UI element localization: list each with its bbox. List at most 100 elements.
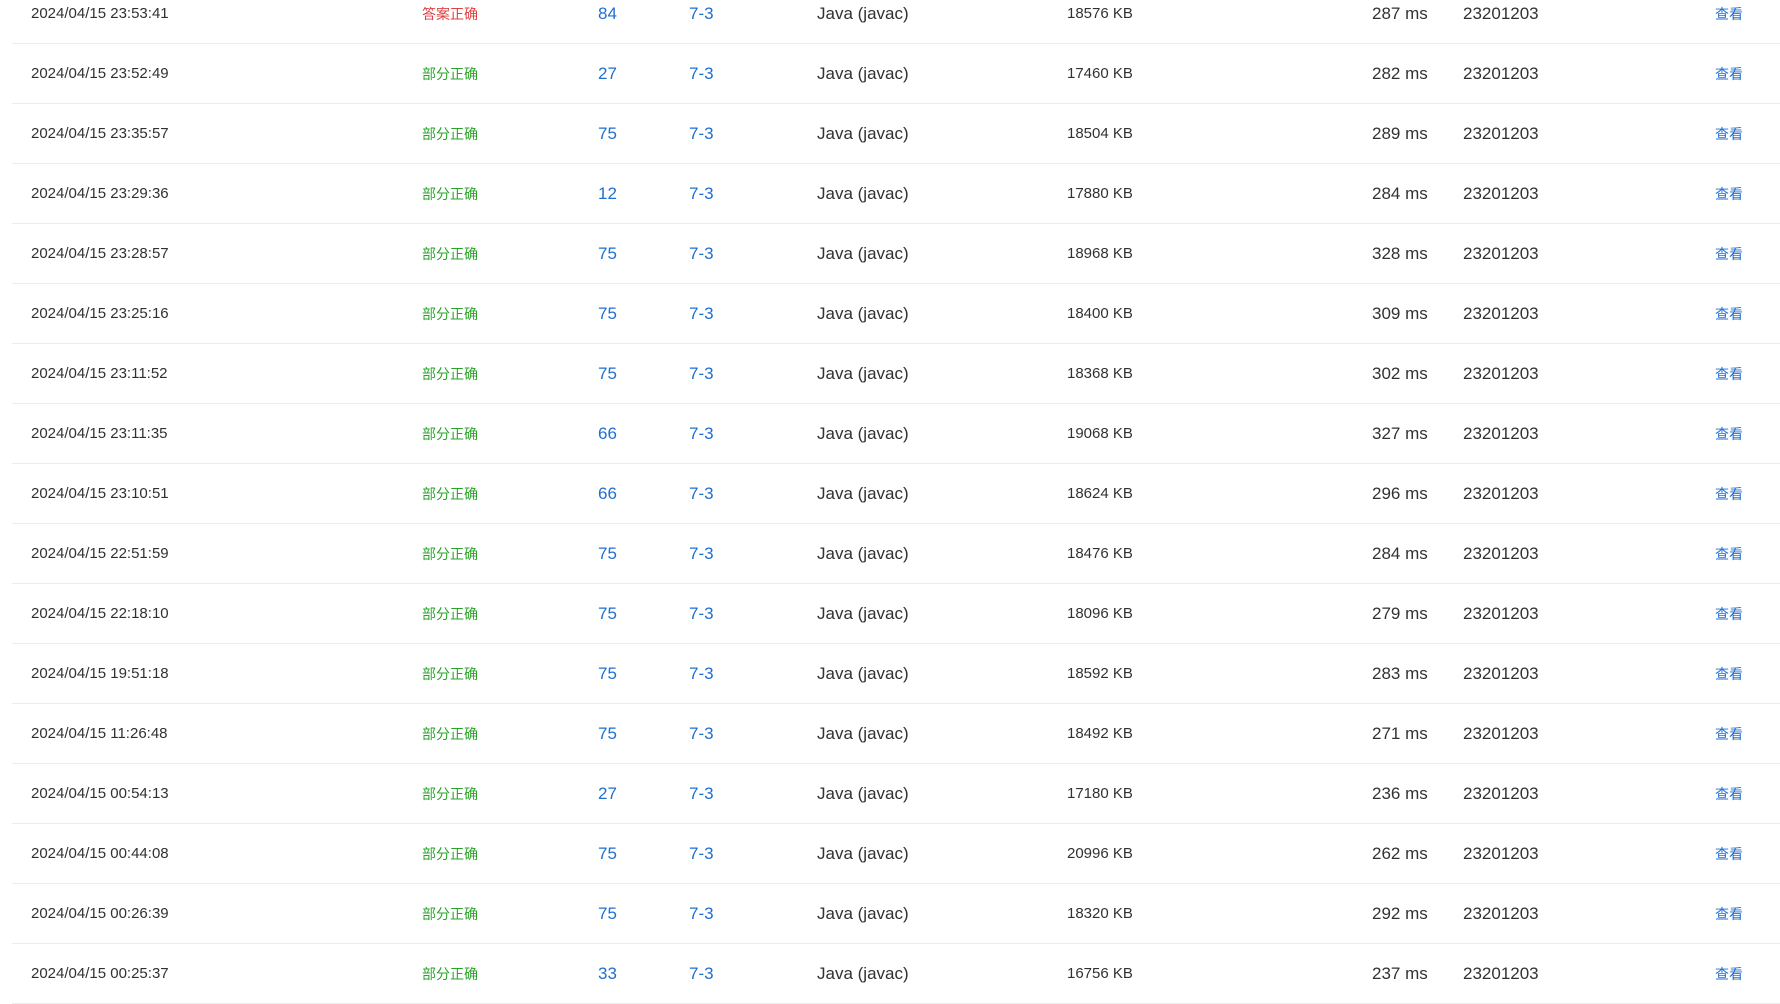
view-link[interactable]: 查看 [1715, 284, 1743, 344]
table-row: 2024/04/15 00:44:08 部分正确 75 7-3 Java (ja… [12, 824, 1780, 884]
submit-time: 2024/04/15 23:53:41 [31, 5, 169, 22]
memory-usage: 18576 KB [1067, 5, 1133, 22]
table-row: 2024/04/15 23:35:57 部分正确 75 7-3 Java (ja… [12, 104, 1780, 164]
table-row: 2024/04/15 19:51:18 部分正确 75 7-3 Java (ja… [12, 644, 1780, 704]
user-id: 23201203 [1463, 244, 1539, 263]
view-link[interactable]: 查看 [1715, 764, 1743, 824]
memory-usage: 19068 KB [1067, 425, 1133, 442]
score-link[interactable]: 75 [598, 644, 617, 704]
language: Java (javac) [817, 964, 909, 983]
memory-usage: 17180 KB [1067, 785, 1133, 802]
view-link[interactable]: 查看 [1715, 44, 1743, 104]
runtime: 279 ms [1372, 604, 1428, 623]
view-link[interactable]: 查看 [1715, 524, 1743, 584]
problem-link[interactable]: 7-3 [689, 824, 714, 884]
problem-link[interactable]: 7-3 [689, 404, 714, 464]
submit-time: 2024/04/15 00:44:08 [31, 845, 169, 862]
score-link[interactable]: 27 [598, 44, 617, 104]
submit-time: 2024/04/15 23:52:49 [31, 65, 169, 82]
problem-link[interactable]: 7-3 [689, 884, 714, 944]
view-link[interactable]: 查看 [1715, 884, 1743, 944]
memory-usage: 18968 KB [1067, 245, 1133, 262]
problem-link[interactable]: 7-3 [689, 164, 714, 224]
score-link[interactable]: 75 [598, 224, 617, 284]
runtime: 327 ms [1372, 424, 1428, 443]
score-link[interactable]: 12 [598, 164, 617, 224]
table-row: 2024/04/15 22:18:10 部分正确 75 7-3 Java (ja… [12, 584, 1780, 644]
score-link[interactable]: 75 [598, 884, 617, 944]
score-link[interactable]: 75 [598, 284, 617, 344]
problem-link[interactable]: 7-3 [689, 944, 714, 1004]
runtime: 328 ms [1372, 244, 1428, 263]
score-link[interactable]: 75 [598, 824, 617, 884]
table-row: 2024/04/15 11:26:48 部分正确 75 7-3 Java (ja… [12, 704, 1780, 764]
problem-link[interactable]: 7-3 [689, 644, 714, 704]
status-badge: 部分正确 [422, 786, 478, 802]
problem-link[interactable]: 7-3 [689, 524, 714, 584]
submit-time: 2024/04/15 22:51:59 [31, 545, 169, 562]
user-id: 23201203 [1463, 364, 1539, 383]
problem-link[interactable]: 7-3 [689, 224, 714, 284]
problem-link[interactable]: 7-3 [689, 104, 714, 164]
status-badge: 部分正确 [422, 366, 478, 382]
view-link[interactable]: 查看 [1715, 584, 1743, 644]
language: Java (javac) [817, 844, 909, 863]
score-link[interactable]: 75 [598, 104, 617, 164]
score-link[interactable]: 27 [598, 764, 617, 824]
view-link[interactable]: 查看 [1715, 824, 1743, 884]
problem-link[interactable]: 7-3 [689, 704, 714, 764]
submit-time: 2024/04/15 23:28:57 [31, 245, 169, 262]
memory-usage: 18592 KB [1067, 665, 1133, 682]
user-id: 23201203 [1463, 724, 1539, 743]
runtime: 284 ms [1372, 544, 1428, 563]
memory-usage: 18492 KB [1067, 725, 1133, 742]
problem-link[interactable]: 7-3 [689, 464, 714, 524]
memory-usage: 17460 KB [1067, 65, 1133, 82]
score-link[interactable]: 75 [598, 524, 617, 584]
problem-link[interactable]: 7-3 [689, 764, 714, 824]
view-link[interactable]: 查看 [1715, 0, 1743, 44]
table-row: 2024/04/15 23:28:57 部分正确 75 7-3 Java (ja… [12, 224, 1780, 284]
language: Java (javac) [817, 304, 909, 323]
view-link[interactable]: 查看 [1715, 104, 1743, 164]
problem-link[interactable]: 7-3 [689, 0, 714, 44]
submit-time: 2024/04/15 00:25:37 [31, 965, 169, 982]
status-badge: 部分正确 [422, 186, 478, 202]
language: Java (javac) [817, 244, 909, 263]
submit-time: 2024/04/15 23:11:35 [31, 425, 168, 442]
view-link[interactable]: 查看 [1715, 644, 1743, 704]
language: Java (javac) [817, 364, 909, 383]
submit-time: 2024/04/15 11:26:48 [31, 725, 168, 742]
view-link[interactable]: 查看 [1715, 704, 1743, 764]
submit-time: 2024/04/15 00:26:39 [31, 905, 169, 922]
table-row: 2024/04/15 00:26:39 部分正确 75 7-3 Java (ja… [12, 884, 1780, 944]
language: Java (javac) [817, 544, 909, 563]
memory-usage: 18368 KB [1067, 365, 1133, 382]
score-link[interactable]: 84 [598, 0, 617, 44]
language: Java (javac) [817, 124, 909, 143]
score-link[interactable]: 75 [598, 344, 617, 404]
status-badge: 部分正确 [422, 486, 478, 502]
submit-time: 2024/04/15 23:29:36 [31, 185, 169, 202]
user-id: 23201203 [1463, 4, 1539, 23]
language: Java (javac) [817, 904, 909, 923]
view-link[interactable]: 查看 [1715, 164, 1743, 224]
view-link[interactable]: 查看 [1715, 344, 1743, 404]
table-row: 2024/04/15 23:53:41 答案正确 84 7-3 Java (ja… [12, 0, 1780, 44]
view-link[interactable]: 查看 [1715, 944, 1743, 1004]
view-link[interactable]: 查看 [1715, 224, 1743, 284]
language: Java (javac) [817, 784, 909, 803]
problem-link[interactable]: 7-3 [689, 344, 714, 404]
score-link[interactable]: 33 [598, 944, 617, 1004]
problem-link[interactable]: 7-3 [689, 44, 714, 104]
view-link[interactable]: 查看 [1715, 404, 1743, 464]
view-link[interactable]: 查看 [1715, 464, 1743, 524]
problem-link[interactable]: 7-3 [689, 284, 714, 344]
memory-usage: 20996 KB [1067, 845, 1133, 862]
score-link[interactable]: 75 [598, 704, 617, 764]
problem-link[interactable]: 7-3 [689, 584, 714, 644]
score-link[interactable]: 75 [598, 584, 617, 644]
memory-usage: 18096 KB [1067, 605, 1133, 622]
score-link[interactable]: 66 [598, 404, 617, 464]
score-link[interactable]: 66 [598, 464, 617, 524]
